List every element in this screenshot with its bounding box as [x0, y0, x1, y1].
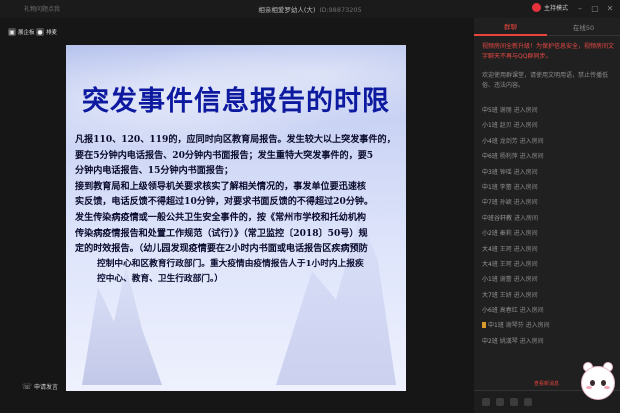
welcome-message: 欢迎使用群课堂，请使用文明用语，禁止传播低俗、违法内容。	[482, 72, 609, 89]
list-item: 中6班 杨利萍 进入房间	[482, 153, 544, 161]
slide-line: 接到教育局和上级领导机关要求核实了解相关情况的，事发单位要迅速核	[75, 180, 367, 192]
tab-group-chat[interactable]: 群聊	[474, 18, 547, 36]
list-item: 小2班 秦莉 进入房间	[482, 230, 538, 238]
gift-help-link[interactable]: 礼物问题点我	[24, 4, 60, 13]
list-item: 中2班 姚漢琴 进入房间	[482, 337, 544, 345]
list-item: 大4班 王珂 进入房间	[482, 260, 538, 268]
apply-speak-label: 申请发言	[34, 384, 59, 391]
app-window: 礼物问题点我 相亲相爱罗幼人(大) ID:98873205 主持模式 – ▢ ✕ …	[0, 0, 620, 413]
left-toolbar: ▣ 展企板 ● 排麦	[0, 18, 62, 413]
board-button[interactable]: ▣ 展企板	[8, 26, 35, 38]
list-item: 小1班 谢蕾 进入房间	[482, 276, 538, 284]
host-mode-icon	[532, 3, 541, 12]
host-mode-label: 主持模式	[544, 5, 569, 12]
list-item: 中班谷轩教 进入房间	[482, 214, 538, 222]
slide-line: 分钟内电话报告、15分钟内书面报告；	[75, 165, 234, 177]
list-item: 小4班 龙剑芳 进入房间	[482, 137, 544, 145]
slide-line: 凡报110、120、119的，应同时向区教育局报告。发生较大以上突发事件的，	[75, 134, 396, 145]
list-item: 小6班 高春红 进入房间	[482, 307, 544, 315]
list-item: 中7班 孙颖 进入房间	[482, 199, 538, 207]
list-item: 小1班 赵贝 进入房间	[482, 122, 538, 130]
mic-queue-icon: ●	[36, 28, 44, 36]
chat-panel: 群聊 在线50 视频房间全新升级！为保护信息安全，视频房间文字聊天不再与QQ群同…	[474, 18, 620, 413]
slide-line: 定的时效报告。（幼儿园发现疫情要在2小时内书面或电话报告区疾病预防	[75, 243, 368, 255]
room-id: ID:98873205	[319, 6, 362, 14]
list-item: 中5班 谢丽 进入房间	[482, 107, 538, 114]
list-item: 大4班 王珂 进入房间	[482, 245, 538, 253]
new-messages-link[interactable]: 查看新消息	[534, 380, 559, 387]
close-icon[interactable]: ✕	[604, 2, 616, 14]
list-item: 中1班 谢琴芬 进入房间	[482, 318, 616, 333]
minimize-icon[interactable]: –	[574, 2, 586, 14]
gift-icon[interactable]	[524, 398, 532, 406]
chat-tabs: 群聊 在线50	[474, 18, 620, 36]
slide-line: 控中心、教育、卫生行政部门。）	[97, 274, 223, 285]
list-item: 中3班 钟瑶 进入房间	[482, 168, 538, 176]
presentation-slide: 突发事件信息报告的时限 凡报110、120、119的，应同时向区教育局报告。发生…	[66, 45, 406, 391]
slide-line: 要在5分钟内电话报告、20分钟内书面报告；发生重特大突发事件的，要5	[75, 149, 374, 161]
emoji-icon[interactable]	[482, 398, 490, 406]
phone-icon: ☏	[22, 382, 33, 391]
room-name: 相亲相爱罗幼人(大)	[258, 6, 316, 14]
window-title: 相亲相爱罗幼人(大) ID:98873205	[0, 4, 620, 14]
slide-line: 控制中心和区教育行政部门。重大疫情由疫情报告人于1小时内上报疾	[97, 258, 364, 269]
system-notice: 视频房间全新升级！为保护信息安全，视频房间文字聊天不再与QQ群同步。	[482, 43, 615, 60]
list-item: 中1班 李蕾 进入房间	[482, 183, 538, 191]
image-icon[interactable]	[496, 398, 504, 406]
mascot-icon[interactable]	[578, 362, 618, 406]
message-list: 中5班 谢丽 进入房间 小1班 赵贝 进入房间 小4班 龙剑芳 进入房间 中6班…	[482, 103, 616, 349]
title-bar: 礼物问题点我 相亲相爱罗幼人(大) ID:98873205 主持模式 – ▢ ✕	[0, 0, 620, 18]
mic-queue-label: 排麦	[46, 30, 58, 36]
flower-icon[interactable]	[510, 398, 518, 406]
tab-online[interactable]: 在线50	[547, 18, 620, 36]
board-icon: ▣	[8, 28, 16, 36]
list-item: 大7班 王妍 进入房间	[482, 291, 538, 299]
slide-body: 凡报110、120、119的，应同时向区教育局报告。发生较大以上突发事件的， 要…	[75, 132, 401, 288]
window-controls: – ▢ ✕	[574, 2, 616, 14]
member-badge-icon	[482, 322, 486, 329]
slide-title: 突发事件信息报告的时限	[82, 86, 390, 117]
slide-line: 实反馈，电话反馈不得超过10分钟，对要求书面反馈的不得超过20分钟。	[75, 196, 374, 208]
maximize-icon[interactable]: ▢	[589, 2, 601, 14]
slide-line: 传染病疫情报告和处置工作规范（试行）》（常卫监控〔2018〕50号）规	[75, 227, 368, 239]
slide-line: 发生传染病疫情或一般公共卫生安全事件的，按《常州市学校和托幼机构	[75, 211, 367, 223]
mic-queue-button[interactable]: ● 排麦	[36, 26, 57, 38]
host-mode-toggle[interactable]: 主持模式	[532, 3, 568, 12]
board-label: 展企板	[18, 30, 35, 36]
apply-speak-button[interactable]: ☏ 申请发言	[22, 382, 58, 391]
